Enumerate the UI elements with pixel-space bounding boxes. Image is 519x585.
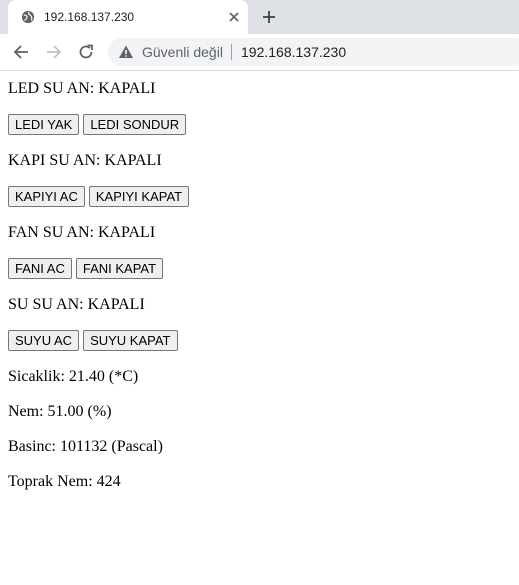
door-controls: KAPIYI AC KAPIYI KAPAT xyxy=(8,186,190,207)
fan-status: FAN SU AN: KAPALI xyxy=(8,224,156,241)
reload-icon[interactable] xyxy=(77,43,95,61)
fan-controls: FANI AC FANI KAPAT xyxy=(8,258,189,279)
led-controls: LEDI YAK LEDI SONDUR xyxy=(8,114,189,135)
address-bar[interactable]: Güvenli değil 192.168.137.230 xyxy=(108,38,519,66)
forward-arrow-icon[interactable] xyxy=(45,43,63,61)
door-close-button[interactable]: KAPIYI KAPAT xyxy=(88,186,190,207)
pressure-reading: Basinc: 101132 (Pascal) xyxy=(8,438,163,455)
water-controls: SUYU AC SUYU KAPAT xyxy=(8,330,189,351)
led-status: LED SU AN: KAPALI xyxy=(8,80,156,97)
plus-icon[interactable] xyxy=(260,8,278,26)
sensor-readings: Sicaklik: 21.40 (*C) Nem: 51.00 (%) Basi… xyxy=(8,367,189,491)
led-off-button[interactable]: LEDI SONDUR xyxy=(83,114,187,135)
soil-moisture-reading: Toprak Nem: 424 xyxy=(8,473,121,490)
back-arrow-icon[interactable] xyxy=(12,43,30,61)
browser-toolbar: Güvenli değil 192.168.137.230 xyxy=(0,34,519,71)
humidity-reading: Nem: 51.00 (%) xyxy=(8,403,112,420)
water-on-button[interactable]: SUYU AC xyxy=(8,330,80,351)
tab-title: 192.168.137.230 xyxy=(44,10,135,24)
browser-tab[interactable]: 192.168.137.230 xyxy=(8,0,248,34)
fan-off-button[interactable]: FANI KAPAT xyxy=(75,258,164,279)
temperature-reading: Sicaklik: 21.40 (*C) xyxy=(8,368,139,385)
url-text[interactable]: 192.168.137.230 xyxy=(241,44,346,60)
water-status: SU SU AN: KAPALI xyxy=(8,296,145,313)
door-status: KAPI SU AN: KAPALI xyxy=(8,152,162,169)
fan-on-button[interactable]: FANI AC xyxy=(8,258,72,279)
water-off-button[interactable]: SUYU KAPAT xyxy=(83,330,178,351)
close-icon[interactable] xyxy=(226,9,242,25)
warning-icon[interactable] xyxy=(118,44,134,60)
door-open-button[interactable]: KAPIYI AC xyxy=(8,186,85,207)
omnibox-divider xyxy=(231,44,232,60)
security-label[interactable]: Güvenli değil xyxy=(142,44,223,60)
page-content: LED SU AN: KAPALI LEDI YAK LEDI SONDUR KA… xyxy=(8,71,190,491)
tab-strip: 192.168.137.230 xyxy=(0,0,519,34)
led-on-button[interactable]: LEDI YAK xyxy=(8,114,80,135)
globe-icon xyxy=(21,10,35,24)
